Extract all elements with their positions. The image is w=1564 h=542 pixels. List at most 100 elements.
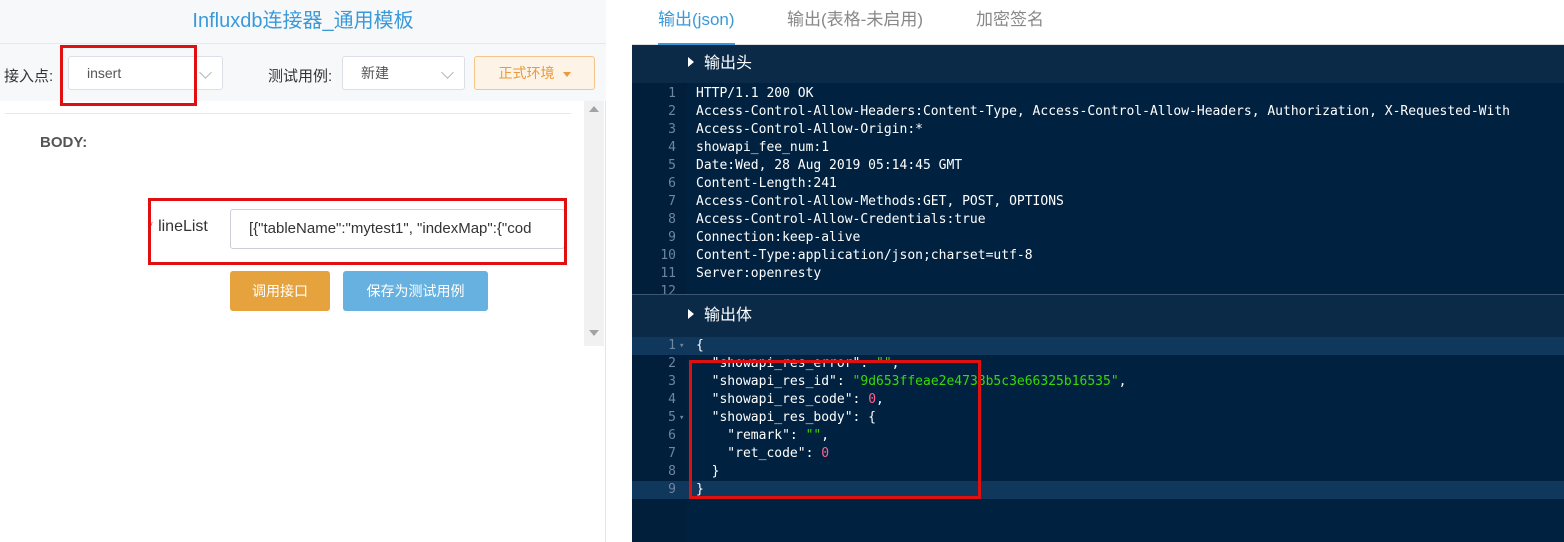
header-line: 8 Access-Control-Allow-Credentials:true xyxy=(632,211,1564,229)
json-token: { xyxy=(696,338,704,353)
fold-toggle-icon[interactable]: ▾ xyxy=(679,409,684,427)
headers-section-toggle[interactable]: 输出头 xyxy=(632,46,1564,82)
app-root: Influxdb连接器_通用模板 接入点: insert 测试用例: 新建 正式… xyxy=(0,0,1564,542)
json-token: , xyxy=(1118,374,1127,389)
tab-output-table[interactable]: 输出(表格-未启用) xyxy=(787,0,923,45)
json-code: "showapi_res_id": "9d653ffeae2e4738b5c3e… xyxy=(696,373,1127,391)
chevron-down-icon xyxy=(441,66,454,79)
output-tabs: 输出(json) 输出(表格-未启用) 加密签名 xyxy=(632,0,1564,45)
header-line: 1 HTTP/1.1 200 OK xyxy=(632,85,1564,103)
header-text: showapi_fee_num:1 xyxy=(696,140,830,155)
required-mark: * xyxy=(148,218,154,233)
linelist-input[interactable]: [{"tableName":"mytest1", "indexMap":{"co… xyxy=(230,209,565,249)
json-code: "remark": "", xyxy=(696,427,829,445)
line-number: 5 xyxy=(668,158,676,173)
json-token: , xyxy=(876,392,884,407)
header-line: 12 xyxy=(632,283,1564,294)
request-panel: Influxdb连接器_通用模板 接入点: insert 测试用例: 新建 正式… xyxy=(0,0,606,542)
scroll-down-icon[interactable] xyxy=(589,330,599,336)
line-number: 2 xyxy=(668,356,676,371)
header-line: 2 Access-Control-Allow-Headers:Content-Ty… xyxy=(632,103,1564,121)
line-number: 10 xyxy=(660,248,676,263)
header-text: Content-Length:241 xyxy=(696,176,837,191)
header-line: 9 Connection:keep-alive xyxy=(632,229,1564,247)
line-number: 12 xyxy=(660,284,676,294)
header-text: Connection:keep-alive xyxy=(696,230,861,245)
json-code: "showapi_res_body": { xyxy=(696,409,876,427)
caret-down-icon xyxy=(562,71,571,77)
json-code: } xyxy=(696,481,704,499)
body-section-label: BODY: xyxy=(40,134,88,151)
environment-dropdown-button[interactable]: 正式环境 xyxy=(474,56,595,90)
line-number: 7 xyxy=(668,194,676,209)
json-token: "9d653ffeae2e4738b5c3e66325b16535" xyxy=(852,374,1119,389)
testcase-select-value: 新建 xyxy=(361,65,389,81)
line-number: 7 xyxy=(668,446,676,461)
line-number: 4 xyxy=(668,392,676,407)
linelist-label: * lineList xyxy=(148,218,208,236)
line-number: 5 xyxy=(668,410,676,425)
call-api-button[interactable]: 调用接口 xyxy=(230,271,330,311)
testcase-select[interactable]: 新建 xyxy=(342,56,465,90)
json-code: "ret_code": 0 xyxy=(696,445,829,463)
fold-toggle-icon[interactable]: ▾ xyxy=(679,337,684,355)
header-text: Access-Control-Allow-Credentials:true xyxy=(696,212,986,227)
line-number: 3 xyxy=(668,374,676,389)
body-line: 4 "showapi_res_code": 0, xyxy=(632,391,1564,409)
tab-signature[interactable]: 加密签名 xyxy=(976,0,1044,45)
endpoint-select[interactable]: insert xyxy=(68,56,223,90)
body-section-toggle[interactable]: 输出体 xyxy=(632,298,1564,334)
header-text: Access-Control-Allow-Headers:Content-Typ… xyxy=(696,104,1510,119)
line-number: 1 xyxy=(668,338,676,353)
header-text: HTTP/1.1 200 OK xyxy=(696,86,814,101)
header-line: 3 Access-Control-Allow-Origin:* xyxy=(632,121,1564,139)
json-token: 0 xyxy=(821,446,830,461)
endpoint-label: 接入点: xyxy=(4,68,54,85)
line-number: 2 xyxy=(668,104,676,119)
body-line: 7 "ret_code": 0 xyxy=(632,445,1564,463)
json-token: } xyxy=(696,482,704,497)
line-number: 8 xyxy=(668,212,676,227)
json-code: { xyxy=(696,337,704,355)
caret-right-icon xyxy=(688,308,694,319)
json-token: , xyxy=(891,356,900,371)
environment-label: 正式环境 xyxy=(498,65,555,81)
body-editor[interactable]: 1 ▾{2 "showapi_res_error": "", 3 "showapi_… xyxy=(632,337,1564,542)
json-token: "ret_code": xyxy=(696,446,822,461)
body-section-title: 输出体 xyxy=(704,307,753,324)
headers-editor[interactable]: 1 HTTP/1.1 200 OK 2 Access-Control-Allow-He… xyxy=(632,83,1564,294)
line-number: 6 xyxy=(668,176,676,191)
json-code: "showapi_res_error": "", xyxy=(696,355,900,373)
response-panel: 输出(json) 输出(表格-未启用) 加密签名 输出头 1 HTTP/1.1 2… xyxy=(632,0,1564,542)
line-number: 8 xyxy=(668,464,676,479)
line-number: 6 xyxy=(668,428,676,443)
line-number: 9 xyxy=(668,482,676,497)
json-token: "remark": xyxy=(696,428,806,443)
body-line: 6 "remark": "", xyxy=(632,427,1564,445)
json-token: 0 xyxy=(868,392,877,407)
panel-splitter[interactable] xyxy=(606,0,632,542)
json-code: "showapi_res_code": 0, xyxy=(696,391,884,409)
json-token: "showapi_res_error": xyxy=(696,356,877,371)
header-text: Content-Type:application/json;charset=ut… xyxy=(696,248,1033,263)
request-form: BODY: * lineList [{"tableName":"mytest1",… xyxy=(0,101,584,346)
header-line: 10 Content-Type:application/json;charset=… xyxy=(632,247,1564,265)
form-scrollbar[interactable] xyxy=(584,101,604,346)
body-line: 2 "showapi_res_error": "", xyxy=(632,355,1564,373)
section-separator xyxy=(632,294,1564,295)
save-testcase-button[interactable]: 保存为测试用例 xyxy=(343,271,488,311)
json-code: } xyxy=(696,463,720,481)
caret-right-icon xyxy=(688,56,694,67)
endpoint-select-value: insert xyxy=(87,65,122,81)
divider xyxy=(5,113,571,114)
chevron-down-icon xyxy=(199,66,212,79)
scroll-up-icon[interactable] xyxy=(589,106,599,112)
json-token: , xyxy=(821,428,830,443)
line-number: 11 xyxy=(660,266,676,281)
tab-output-json[interactable]: 输出(json) xyxy=(658,0,735,45)
json-token: "showapi_res_id": xyxy=(696,374,853,389)
header-line: 11 Server:openresty xyxy=(632,265,1564,283)
json-token: "" xyxy=(805,428,822,443)
line-number: 9 xyxy=(668,230,676,245)
line-number: 4 xyxy=(668,140,676,155)
